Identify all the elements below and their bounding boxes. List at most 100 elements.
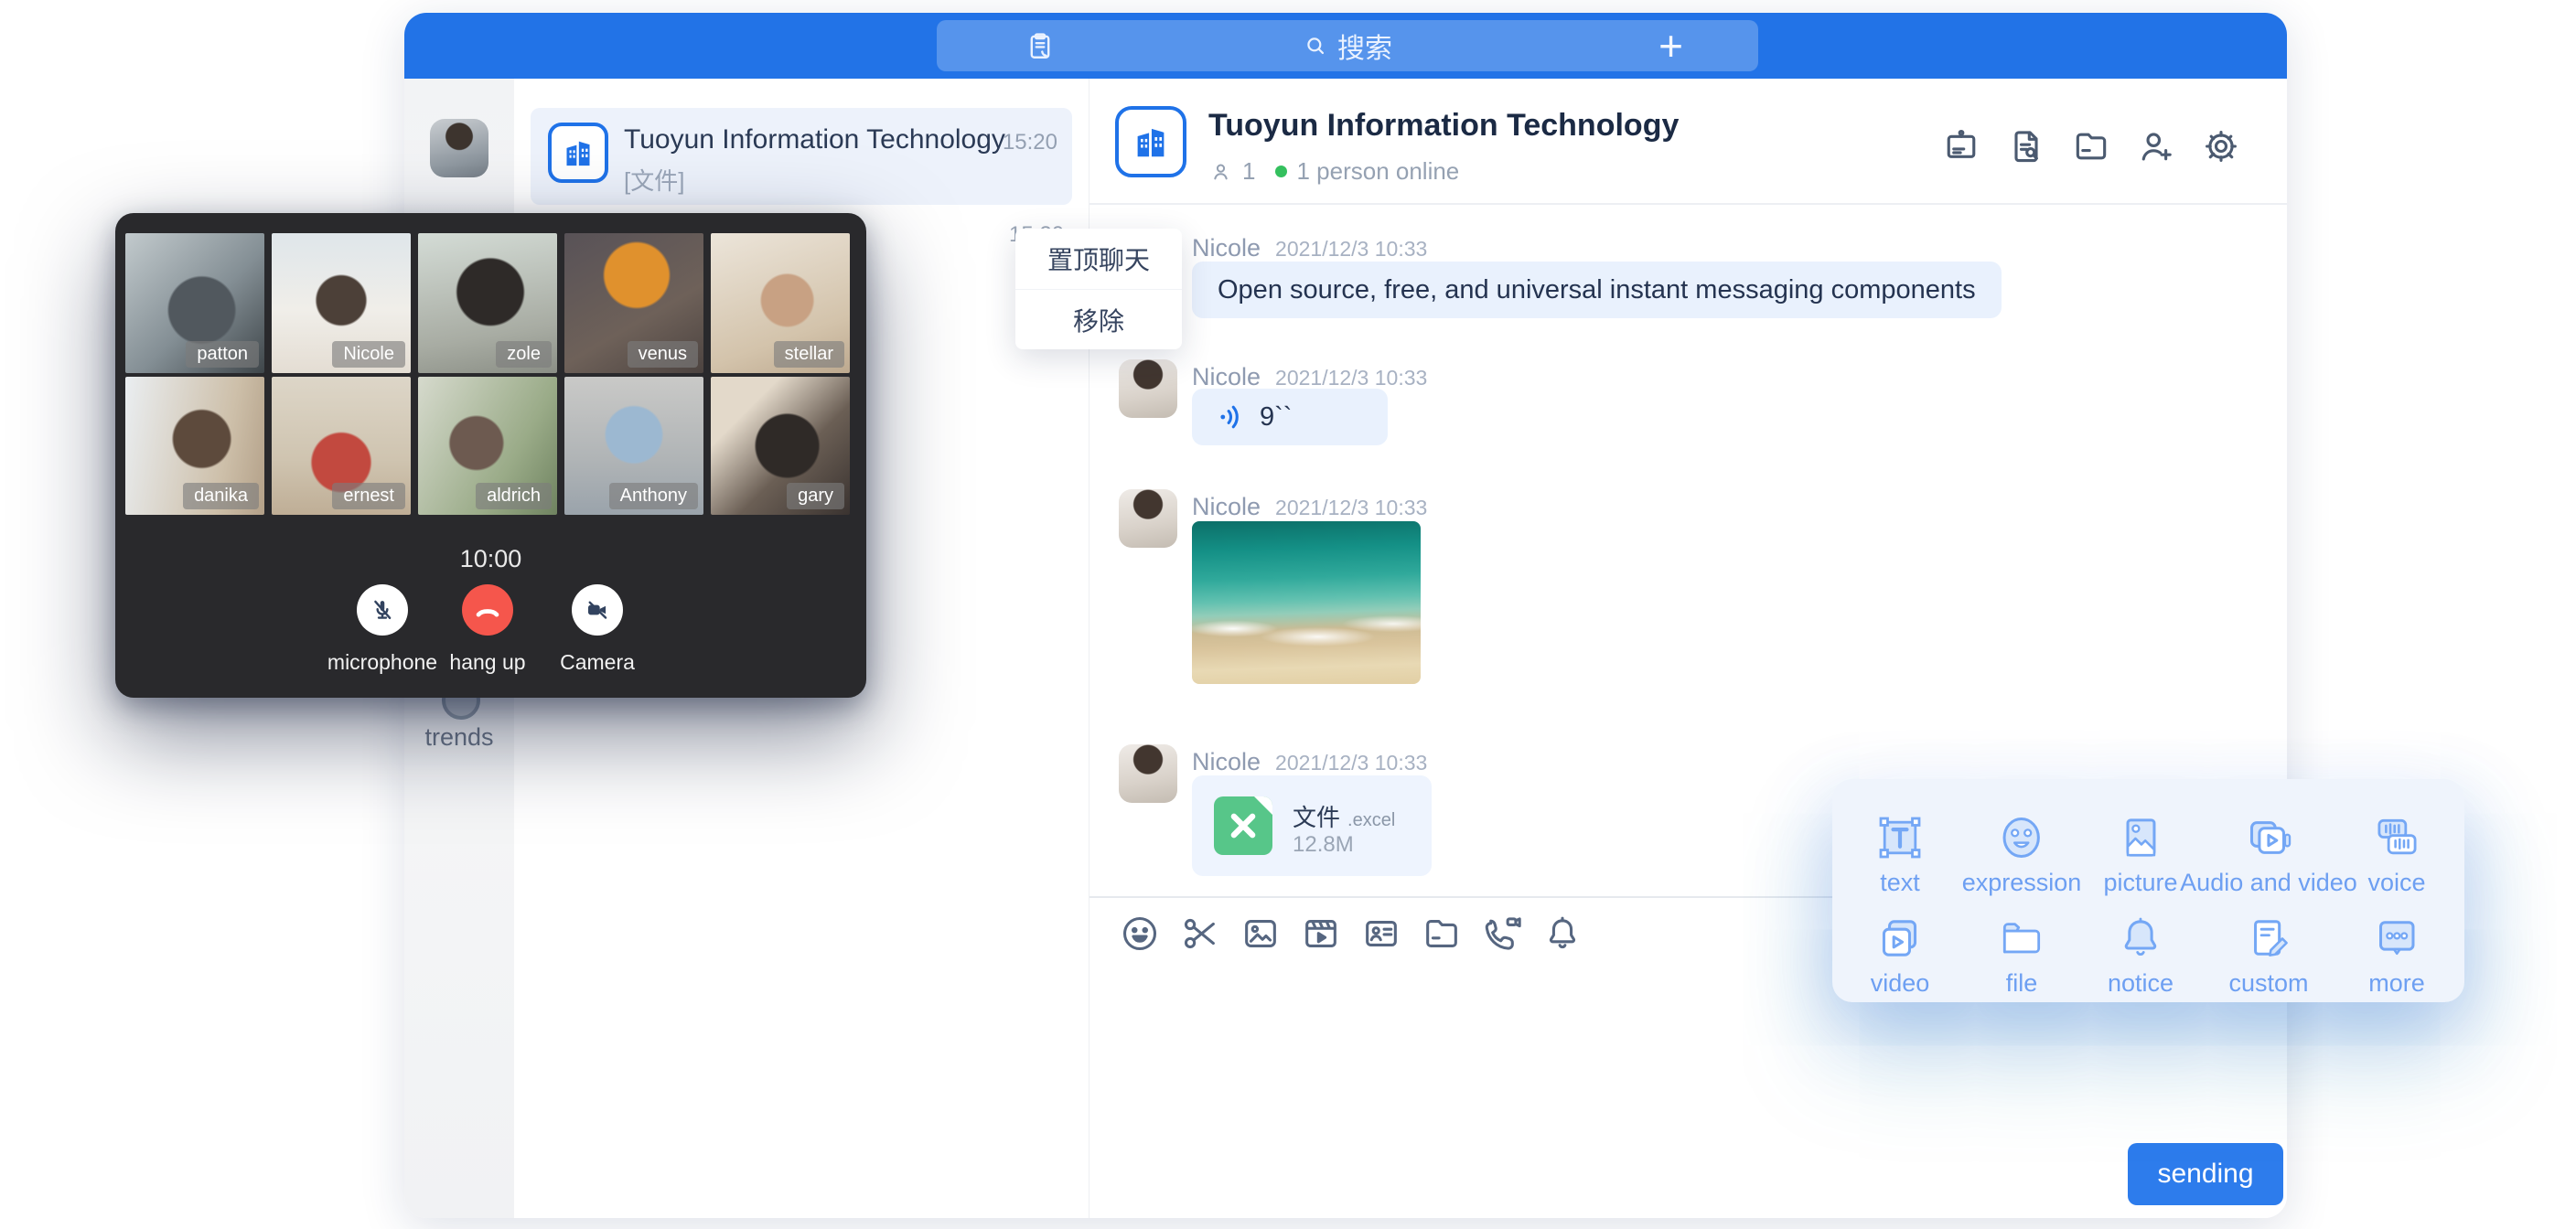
- panel-item-voice[interactable]: voice: [2367, 812, 2425, 897]
- file-size: 12.8M: [1293, 832, 1354, 858]
- voice-icon: [2371, 812, 2422, 863]
- participant-name: stellar: [774, 341, 844, 368]
- contact-card-icon[interactable]: [1360, 913, 1402, 955]
- panel-item-custom[interactable]: custom: [2228, 913, 2308, 998]
- call-tile[interactable]: danika: [125, 377, 264, 515]
- image-message-beach[interactable]: [1192, 521, 1421, 684]
- call-tile[interactable]: Nicole: [272, 233, 411, 373]
- menu-item-pin-chat[interactable]: 置顶聊天: [1015, 229, 1182, 289]
- emoji-icon[interactable]: [1119, 913, 1161, 955]
- video-call-overlay: patton Nicole zole venus stellar danika …: [115, 213, 866, 698]
- microphone-mute-button[interactable]: [357, 584, 408, 636]
- excel-file-icon: [1214, 796, 1272, 855]
- text-message-bubble[interactable]: Open source, free, and universal instant…: [1192, 262, 2002, 318]
- call-tile[interactable]: zole: [418, 233, 557, 373]
- message-meta: Nicole 2021/12/3 10:33: [1192, 493, 1427, 521]
- camera-toggle-button[interactable]: [572, 584, 623, 636]
- avatar[interactable]: [1119, 744, 1177, 803]
- hang-up-label: hang up: [449, 650, 525, 675]
- member-count: 1: [1242, 157, 1255, 186]
- folder-icon[interactable]: [1421, 913, 1463, 955]
- participant-name: danika: [183, 483, 259, 509]
- conversation-title: Tuoyun Information Technology: [624, 124, 1005, 155]
- top-bar: 搜索 +: [404, 13, 2287, 79]
- file-extension: .excel: [1347, 810, 1395, 831]
- video-icon: [1874, 913, 1926, 964]
- message-meta: Nicole 2021/12/3 10:33: [1192, 748, 1427, 776]
- context-menu: 置顶聊天 移除: [1015, 229, 1182, 349]
- participant-name: Nicole: [332, 341, 405, 368]
- files-icon[interactable]: [2071, 126, 2111, 166]
- announcement-icon[interactable]: [1941, 126, 1981, 166]
- avatar[interactable]: [1119, 489, 1177, 548]
- header-divider: [1089, 203, 2287, 205]
- panel-item-more[interactable]: more: [2368, 913, 2425, 998]
- sender-name: Nicole: [1192, 493, 1261, 521]
- expression-icon: [1996, 812, 2047, 863]
- message-time: 2021/12/3 10:33: [1275, 751, 1427, 775]
- panel-item-file[interactable]: file: [1996, 913, 2047, 998]
- menu-item-remove[interactable]: 移除: [1015, 289, 1182, 350]
- participant-name: zole: [496, 341, 552, 368]
- picture-icon[interactable]: [1240, 913, 1282, 955]
- member-icon: [1208, 159, 1233, 184]
- audio-video-icon: [2243, 812, 2294, 863]
- chat-title: Tuoyun Information Technology: [1208, 108, 1679, 144]
- avatar[interactable]: [1119, 359, 1177, 418]
- add-member-icon[interactable]: [2136, 126, 2176, 166]
- video-clapper-icon[interactable]: [1300, 913, 1342, 955]
- participant-name: ernest: [332, 483, 405, 509]
- building-icon: [1130, 121, 1172, 163]
- online-status: 1 person online: [1296, 157, 1459, 186]
- panel-item-picture[interactable]: picture: [2103, 812, 2177, 897]
- search-placeholder: 搜索: [1337, 26, 1392, 66]
- panel-item-text[interactable]: text: [1874, 812, 1926, 897]
- screenshot-scissors-icon[interactable]: [1179, 913, 1221, 955]
- file-message-card[interactable]: 文件 .excel 12.8M: [1192, 775, 1432, 876]
- voice-duration: 9``: [1260, 402, 1292, 433]
- video-call-icon[interactable]: [1481, 913, 1523, 955]
- voice-message-bubble[interactable]: 9``: [1192, 389, 1388, 445]
- message-search-icon[interactable]: [2006, 126, 2046, 166]
- text-icon: [1874, 812, 1926, 863]
- notification-bell-icon[interactable]: [1541, 913, 1583, 955]
- call-tile[interactable]: patton: [125, 233, 264, 373]
- trends-label[interactable]: trends: [404, 723, 514, 752]
- voice-wave-icon: [1216, 401, 1247, 433]
- camera-muted-icon: [583, 595, 612, 625]
- message-type-panel: text expression picture Audio and video: [1832, 779, 2464, 1002]
- call-tile[interactable]: stellar: [711, 233, 850, 373]
- settings-gear-icon[interactable]: [2201, 126, 2241, 166]
- panel-item-notice[interactable]: notice: [2108, 913, 2174, 998]
- add-button[interactable]: +: [1658, 22, 1683, 69]
- call-tile[interactable]: Anthony: [564, 377, 703, 515]
- group-avatar: [548, 123, 608, 183]
- file-name: 文件: [1293, 799, 1340, 833]
- hang-up-button[interactable]: [462, 584, 513, 636]
- message-time: 2021/12/3 10:33: [1275, 366, 1427, 390]
- panel-item-audio-video[interactable]: Audio and video: [2180, 812, 2357, 897]
- participant-name: gary: [787, 483, 844, 509]
- conversation-item[interactable]: Tuoyun Information Technology [文件] 15:20: [531, 108, 1072, 205]
- call-tile[interactable]: ernest: [272, 377, 411, 515]
- online-dot: [1275, 166, 1287, 177]
- call-tile[interactable]: aldrich: [418, 377, 557, 515]
- message-meta: Nicole 2021/12/3 10:33: [1192, 363, 1427, 391]
- message-text: Open source, free, and universal instant…: [1192, 262, 2002, 318]
- user-avatar[interactable]: [430, 119, 488, 177]
- call-tile[interactable]: venus: [564, 233, 703, 373]
- participant-name: patton: [186, 341, 259, 368]
- search-input[interactable]: 搜索: [937, 20, 1758, 71]
- input-toolbar: [1119, 913, 1583, 955]
- conversation-preview: [文件]: [624, 163, 684, 197]
- group-avatar: [1115, 106, 1186, 177]
- building-icon: [560, 134, 596, 171]
- message-time: 2021/12/3 10:33: [1275, 496, 1427, 520]
- panel-item-video[interactable]: video: [1871, 913, 1930, 998]
- message-meta: Nicole 2021/12/3 10:33: [1192, 234, 1427, 262]
- send-button[interactable]: sending: [2128, 1143, 2283, 1205]
- call-timer: 10:00: [115, 545, 866, 573]
- panel-item-expression[interactable]: expression: [1962, 812, 2082, 897]
- search-bar[interactable]: 搜索 +: [937, 20, 1758, 71]
- call-tile[interactable]: gary: [711, 377, 850, 515]
